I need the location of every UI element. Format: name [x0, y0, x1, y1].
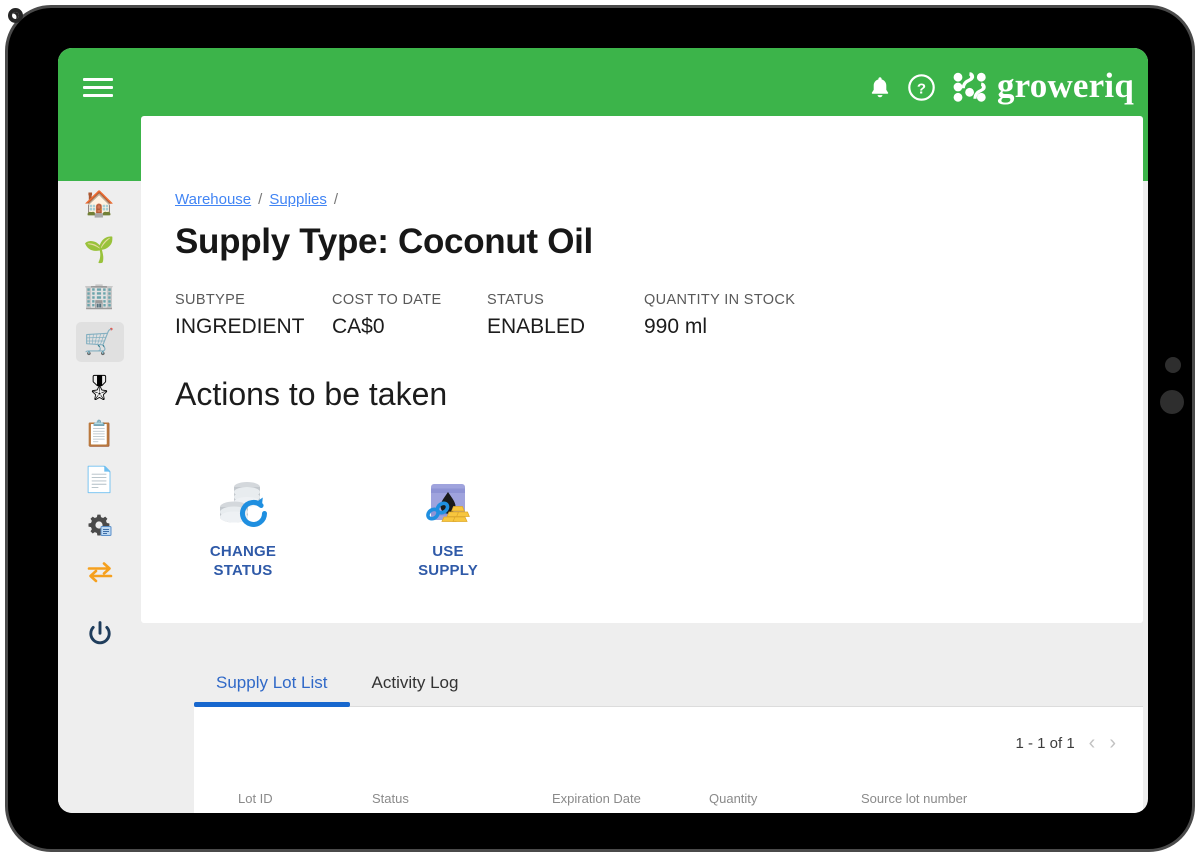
sidebar-item-settings[interactable] — [58, 503, 141, 549]
sidebar-item-reports[interactable]: 📄 — [58, 457, 141, 503]
award-medal-icon: 🎖 — [83, 373, 116, 402]
action-label-line2: SUPPLY — [418, 562, 478, 580]
breadcrumb-link-warehouse[interactable]: Warehouse — [175, 191, 251, 208]
pagination-range: 1 - 1 of 1 — [1015, 734, 1075, 752]
sidebar: 🏠 🌱 🏢 🛒 🎖 📋 📄 — [58, 181, 141, 813]
action-change-status[interactable]: CHANGE STATUS — [175, 474, 311, 580]
sidebar-item-logout[interactable] — [58, 611, 141, 657]
pagination: 1 - 1 of 1 ‹ › — [1015, 733, 1116, 753]
action-use-supply[interactable]: USE SUPPLY — [380, 474, 516, 580]
house-icon: 🏠 — [83, 189, 116, 218]
supply-lot-table-panel: 1 - 1 of 1 ‹ › Lot ID Status Expiration … — [194, 707, 1143, 813]
meta-value-status: ENABLED — [487, 315, 586, 338]
column-header-source-lot-number[interactable]: Source lot number — [861, 791, 1061, 806]
warehouse-cart-icon: 🛒 — [83, 327, 116, 356]
meta-value-cost-to-date: CA$0 — [332, 315, 385, 338]
action-label-line1: USE — [432, 543, 464, 560]
actions-list: CHANGE STATUS USE SUPPLY — [175, 474, 516, 580]
action-use-supply-label: USE SUPPLY — [418, 542, 478, 580]
table-header-row: Lot ID Status Expiration Date Quantity S… — [194, 791, 1143, 806]
meta-label-subtype: SUBTYPE — [175, 292, 246, 308]
action-label-line1: CHANGE — [209, 543, 277, 560]
document-page-icon: 📄 — [83, 465, 116, 494]
column-header-status[interactable]: Status — [372, 791, 552, 806]
office-worker-icon: 🏢 — [83, 281, 116, 310]
column-header-lot-id[interactable]: Lot ID — [194, 791, 372, 806]
actions-heading: Actions to be taken — [175, 376, 448, 412]
action-change-status-label: CHANGE STATUS — [210, 542, 276, 580]
hamburger-menu-icon[interactable] — [83, 72, 119, 102]
tablet-device-frame: ? groweriq 🏠 🌱 🏢 🛒 🎖 📋 📄 Warehouse / Sup… — [5, 5, 1195, 852]
header-actions: ? groweriq — [869, 68, 1134, 106]
tab-supply-lot-list[interactable]: Supply Lot List — [194, 673, 350, 707]
sidebar-item-accounting[interactable]: 📋 — [58, 411, 141, 457]
bezel-speaker-dot — [1165, 357, 1181, 373]
breadcrumb-separator-trailing: / — [333, 191, 339, 208]
clipboard-calculator-icon: 📋 — [83, 419, 116, 448]
question-mark-circle-icon[interactable]: ? — [908, 73, 935, 101]
tablet-screen: ? groweriq 🏠 🌱 🏢 🛒 🎖 📋 📄 Warehouse / Sup… — [58, 48, 1148, 813]
sidebar-item-quality[interactable]: 🎖 — [58, 365, 141, 411]
content-area: Warehouse / Supplies / Supply Type: Coco… — [141, 116, 1148, 813]
sidebar-item-facility[interactable]: 🏢 — [58, 273, 141, 319]
supply-detail-card: Warehouse / Supplies / Supply Type: Coco… — [141, 116, 1143, 623]
seedling-icon: 🌱 — [83, 235, 116, 264]
sidebar-item-cultivation[interactable]: 🌱 — [58, 227, 141, 273]
oil-barrel-gold-bars-icon — [426, 484, 470, 522]
svg-text:?: ? — [917, 80, 926, 97]
page-title: Supply Type: Coconut Oil — [175, 222, 593, 261]
meta-label-status: STATUS — [487, 292, 545, 308]
meta-value-subtype: INGREDIENT — [175, 315, 305, 338]
sidebar-item-home[interactable]: 🏠 — [58, 181, 141, 227]
column-header-expiration-date[interactable]: Expiration Date — [552, 791, 709, 806]
chevron-right-icon[interactable]: › — [1109, 733, 1116, 753]
meta-field-status: STATUS ENABLED — [487, 292, 644, 339]
brand-name: groweriq — [996, 66, 1134, 105]
breadcrumb: Warehouse / Supplies / — [175, 191, 338, 208]
meta-field-quantity-in-stock: QUANTITY IN STOCK 990 ml — [644, 292, 795, 339]
tab-activity-log[interactable]: Activity Log — [350, 673, 481, 706]
column-header-quantity[interactable]: Quantity — [709, 791, 861, 806]
meta-label-cost-to-date: COST TO DATE — [332, 292, 442, 308]
supply-meta-row: SUBTYPE INGREDIENT COST TO DATE CA$0 STA… — [175, 292, 795, 339]
gear-settings-icon — [88, 514, 111, 536]
coin-stacks-refresh-icon — [220, 482, 267, 527]
bezel-sensor-indicator — [8, 8, 23, 23]
sidebar-item-warehouse[interactable]: 🛒 — [58, 319, 141, 365]
groweriq-dot-grid-logo — [953, 72, 986, 102]
breadcrumb-link-supplies[interactable]: Supplies — [269, 191, 327, 208]
chevron-left-icon[interactable]: ‹ — [1089, 733, 1096, 753]
brand-logo[interactable]: groweriq — [952, 68, 1134, 106]
meta-field-cost-to-date: COST TO DATE CA$0 — [332, 292, 487, 339]
tab-bar: Supply Lot List Activity Log — [194, 654, 1143, 707]
bell-icon[interactable] — [869, 75, 891, 99]
bezel-camera-dot — [1160, 390, 1184, 414]
power-button-icon — [88, 621, 111, 645]
meta-value-quantity-in-stock: 990 ml — [644, 315, 708, 338]
breadcrumb-separator: / — [258, 191, 263, 208]
sidebar-item-transfers[interactable] — [58, 549, 141, 595]
action-label-line2: STATUS — [213, 562, 273, 580]
swap-arrows-icon — [87, 562, 112, 583]
meta-label-quantity-in-stock: QUANTITY IN STOCK — [644, 292, 796, 308]
meta-field-subtype: SUBTYPE INGREDIENT — [175, 292, 332, 339]
